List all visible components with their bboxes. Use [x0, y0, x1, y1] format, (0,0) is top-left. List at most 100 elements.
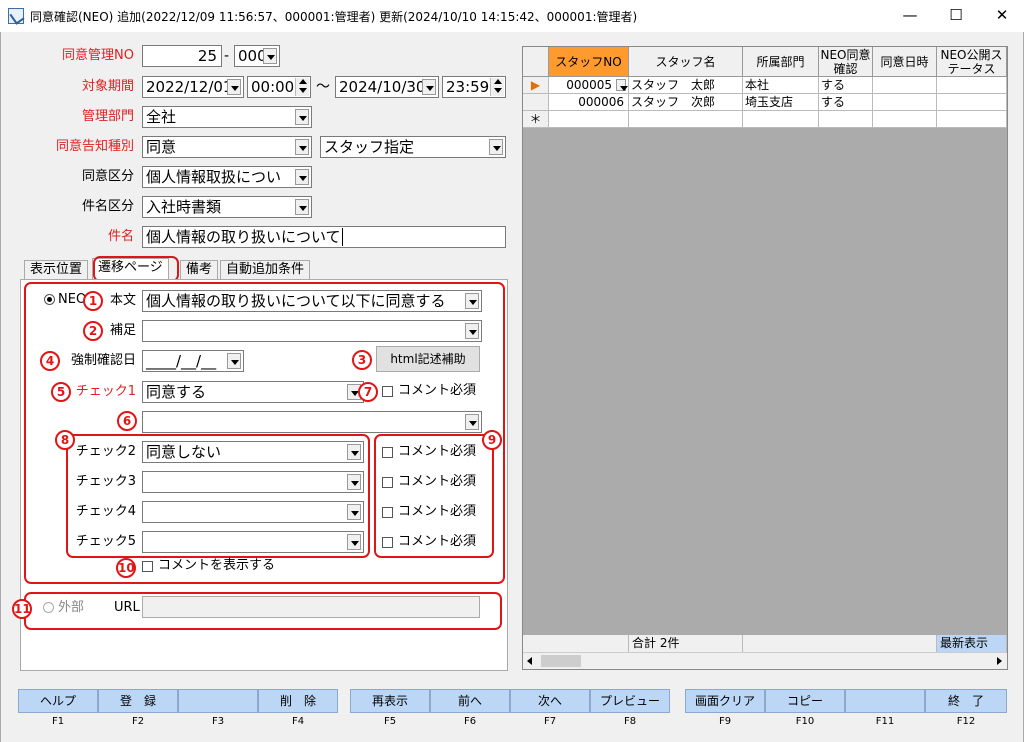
subject-category-select[interactable]: 入社時書類 — [142, 196, 312, 218]
check1-detail-select[interactable] — [142, 411, 482, 433]
grid-cell-staff-name[interactable]: スタッフ 次郎 — [629, 94, 743, 111]
chevron-down-icon[interactable] — [263, 48, 277, 64]
html-assist-button[interactable]: html記述補助 — [376, 346, 480, 372]
close-button[interactable]: ✕ — [979, 0, 1024, 30]
category-select[interactable]: 個人情報取扱につい — [142, 166, 312, 188]
grid-new-cell[interactable] — [549, 111, 629, 128]
f3-button[interactable] — [178, 689, 258, 713]
external-radio[interactable] — [43, 602, 54, 613]
calendar-dropdown-icon[interactable] — [422, 79, 436, 95]
period-from-time[interactable]: 00:00 — [247, 76, 311, 98]
check4-comment-checkbox[interactable] — [382, 507, 393, 518]
url-input[interactable] — [142, 596, 480, 618]
tab-remarks[interactable]: 備考 — [180, 260, 219, 280]
chevron-down-icon[interactable] — [347, 444, 361, 460]
grid-cell-staff-no[interactable]: 000005 — [549, 77, 629, 94]
chevron-down-icon[interactable] — [295, 199, 309, 215]
check1-select[interactable]: 同意する — [142, 381, 364, 403]
grid-header-neo-confirm[interactable]: NEO同意確認 — [819, 47, 873, 77]
chevron-down-icon[interactable] — [489, 139, 503, 155]
chevron-down-icon[interactable] — [616, 79, 628, 91]
grid-cell-dept[interactable]: 本社 — [743, 77, 819, 94]
grid-new-cell[interactable] — [819, 111, 873, 128]
forced-date-input[interactable]: ____/__/__ — [142, 350, 244, 372]
period-to-date[interactable]: 2024/10/30 — [335, 76, 439, 98]
check2-comment-checkbox[interactable] — [382, 447, 393, 458]
prev-button[interactable]: 前へ — [430, 689, 510, 713]
grid-header-staff-no[interactable]: スタッフNO — [549, 47, 629, 77]
chevron-down-icon[interactable] — [295, 109, 309, 125]
grid-new-cell[interactable] — [743, 111, 819, 128]
supplement-select[interactable] — [142, 320, 482, 342]
grid-header-neo-status[interactable]: NEO公開ステータス — [937, 47, 1007, 77]
help-button[interactable]: ヘルプ — [18, 689, 98, 713]
check3-select[interactable] — [142, 471, 364, 493]
chevron-down-icon[interactable] — [465, 414, 479, 430]
check1-comment-checkbox[interactable] — [382, 386, 393, 397]
grid-new-cell[interactable] — [937, 111, 1007, 128]
chevron-down-icon[interactable] — [295, 169, 309, 185]
latest-display-button[interactable]: 最新表示 — [937, 635, 1007, 652]
show-comment-checkbox[interactable] — [142, 561, 153, 572]
grid-cell-neo-confirm[interactable]: する — [819, 77, 873, 94]
badge-2: 2 — [83, 321, 103, 341]
chevron-down-icon[interactable] — [347, 534, 361, 550]
calendar-dropdown-icon[interactable] — [227, 353, 241, 369]
check5-comment-checkbox[interactable] — [382, 537, 393, 548]
period-from-date[interactable]: 2022/12/01 — [142, 76, 244, 98]
maximize-button[interactable]: ☐ — [933, 0, 979, 30]
spinner-icon[interactable] — [295, 78, 309, 96]
grid-new-cell[interactable] — [873, 111, 937, 128]
scroll-right-icon[interactable] — [997, 657, 1002, 665]
grid-cell-staff-no[interactable]: 000006 — [549, 94, 629, 111]
chevron-down-icon[interactable] — [295, 139, 309, 155]
badge-7: 7 — [358, 382, 378, 402]
check3-comment-checkbox[interactable] — [382, 477, 393, 488]
horizontal-scrollbar[interactable] — [523, 652, 1007, 669]
check4-select[interactable] — [142, 501, 364, 523]
notice-type-select[interactable]: 同意 — [142, 136, 312, 158]
grid-header-agree-datetime[interactable]: 同意日時 — [873, 47, 937, 77]
spinner-icon[interactable] — [490, 78, 504, 96]
register-button[interactable]: 登 録 — [98, 689, 178, 713]
tab-display-position[interactable]: 表示位置 — [24, 260, 89, 280]
copy-button[interactable]: コピー — [765, 689, 845, 713]
grid-cell-neo-confirm[interactable]: する — [819, 94, 873, 111]
check5-select[interactable] — [142, 531, 364, 553]
grid-cell-agree-datetime[interactable] — [873, 94, 937, 111]
grid-cell-neo-status[interactable] — [937, 77, 1007, 94]
minimize-button[interactable]: — — [887, 0, 933, 30]
grid-cell-neo-status[interactable] — [937, 94, 1007, 111]
tab-auto-add-conditions[interactable]: 自動追加条件 — [220, 260, 311, 280]
chevron-down-icon[interactable] — [465, 323, 479, 339]
refresh-button[interactable]: 再表示 — [350, 689, 430, 713]
check2-select[interactable]: 同意しない — [142, 441, 364, 463]
neo-radio[interactable] — [44, 294, 55, 305]
f11-button[interactable] — [845, 689, 925, 713]
notice-target-select[interactable]: スタッフ指定 — [320, 136, 506, 158]
period-to-time[interactable]: 23:59 — [442, 76, 506, 98]
grid-header-dept[interactable]: 所属部門 — [743, 47, 819, 77]
mgmt-no-sub-select[interactable]: 000 — [234, 45, 280, 67]
scroll-thumb[interactable] — [541, 655, 581, 667]
grid-cell-staff-name[interactable]: スタッフ 太郎 — [629, 77, 743, 94]
mgmt-no-input[interactable]: 25 — [142, 45, 222, 67]
dept-select[interactable]: 全社 — [142, 106, 312, 128]
row-header — [523, 94, 549, 111]
exit-button[interactable]: 終 了 — [925, 689, 1007, 713]
next-button[interactable]: 次へ — [510, 689, 590, 713]
grid-header-staff-name[interactable]: スタッフ名 — [629, 47, 743, 77]
chevron-down-icon[interactable] — [347, 474, 361, 490]
preview-button[interactable]: プレビュー — [590, 689, 670, 713]
grid-cell-dept[interactable]: 埼玉支店 — [743, 94, 819, 111]
clear-screen-button[interactable]: 画面クリア — [685, 689, 765, 713]
chevron-down-icon[interactable] — [347, 504, 361, 520]
body-select[interactable]: 個人情報の取り扱いについて以下に同意する — [142, 290, 482, 312]
calendar-dropdown-icon[interactable] — [227, 79, 241, 95]
chevron-down-icon[interactable] — [465, 293, 479, 309]
subject-input[interactable]: 個人情報の取り扱いについて​ — [142, 226, 506, 248]
delete-button[interactable]: 削 除 — [258, 689, 338, 713]
scroll-left-icon[interactable] — [527, 657, 532, 665]
grid-cell-agree-datetime[interactable] — [873, 77, 937, 94]
grid-new-cell[interactable] — [629, 111, 743, 128]
